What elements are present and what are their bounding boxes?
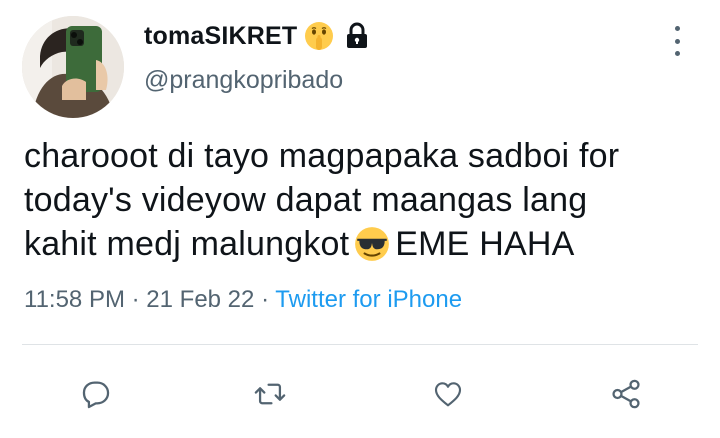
retweet-icon[interactable]: [246, 370, 294, 418]
reply-icon[interactable]: [72, 370, 120, 418]
tweet-line-3-end: EME HAHA: [395, 225, 575, 263]
meta-separator: ·: [261, 286, 270, 313]
tweet-line-2: today's videyow dapat maangas lang: [24, 181, 588, 219]
meta-separator: ·: [131, 286, 140, 313]
lock-icon: [345, 22, 369, 50]
tweet-date[interactable]: 21 Feb 22: [146, 286, 254, 313]
tweet-meta: 11:58 PM · 21 Feb 22 · Twitter for iPhon…: [24, 286, 462, 314]
tweet-actions-bar: [0, 370, 720, 418]
author-name-row: tomaSIKRET: [144, 18, 369, 54]
share-icon[interactable]: [602, 370, 650, 418]
sunglasses-face-emoji-icon: [355, 227, 390, 261]
author-handle[interactable]: @prangkopribado: [144, 66, 343, 95]
avatar[interactable]: [22, 16, 124, 118]
tweet-source-link[interactable]: Twitter for iPhone: [275, 286, 462, 313]
tweet-line-3-start: kahit medj malungkot: [24, 225, 350, 263]
more-options-icon[interactable]: [664, 24, 690, 58]
author-display-name[interactable]: tomaSIKRET: [144, 22, 297, 51]
shushing-face-emoji-icon: [303, 20, 335, 52]
tweet-time[interactable]: 11:58 PM: [24, 286, 125, 313]
tweet-line-1: charooot di tayo magpapaka sadboi for: [24, 137, 620, 175]
avatar-photo: [22, 16, 124, 118]
divider: [22, 344, 698, 345]
like-icon[interactable]: [424, 370, 472, 418]
tweet-text: charooot di tayo magpapaka sadboi for to…: [24, 134, 704, 266]
tweet-line-3: kahit medj malungkot EME HAHA: [24, 222, 704, 266]
